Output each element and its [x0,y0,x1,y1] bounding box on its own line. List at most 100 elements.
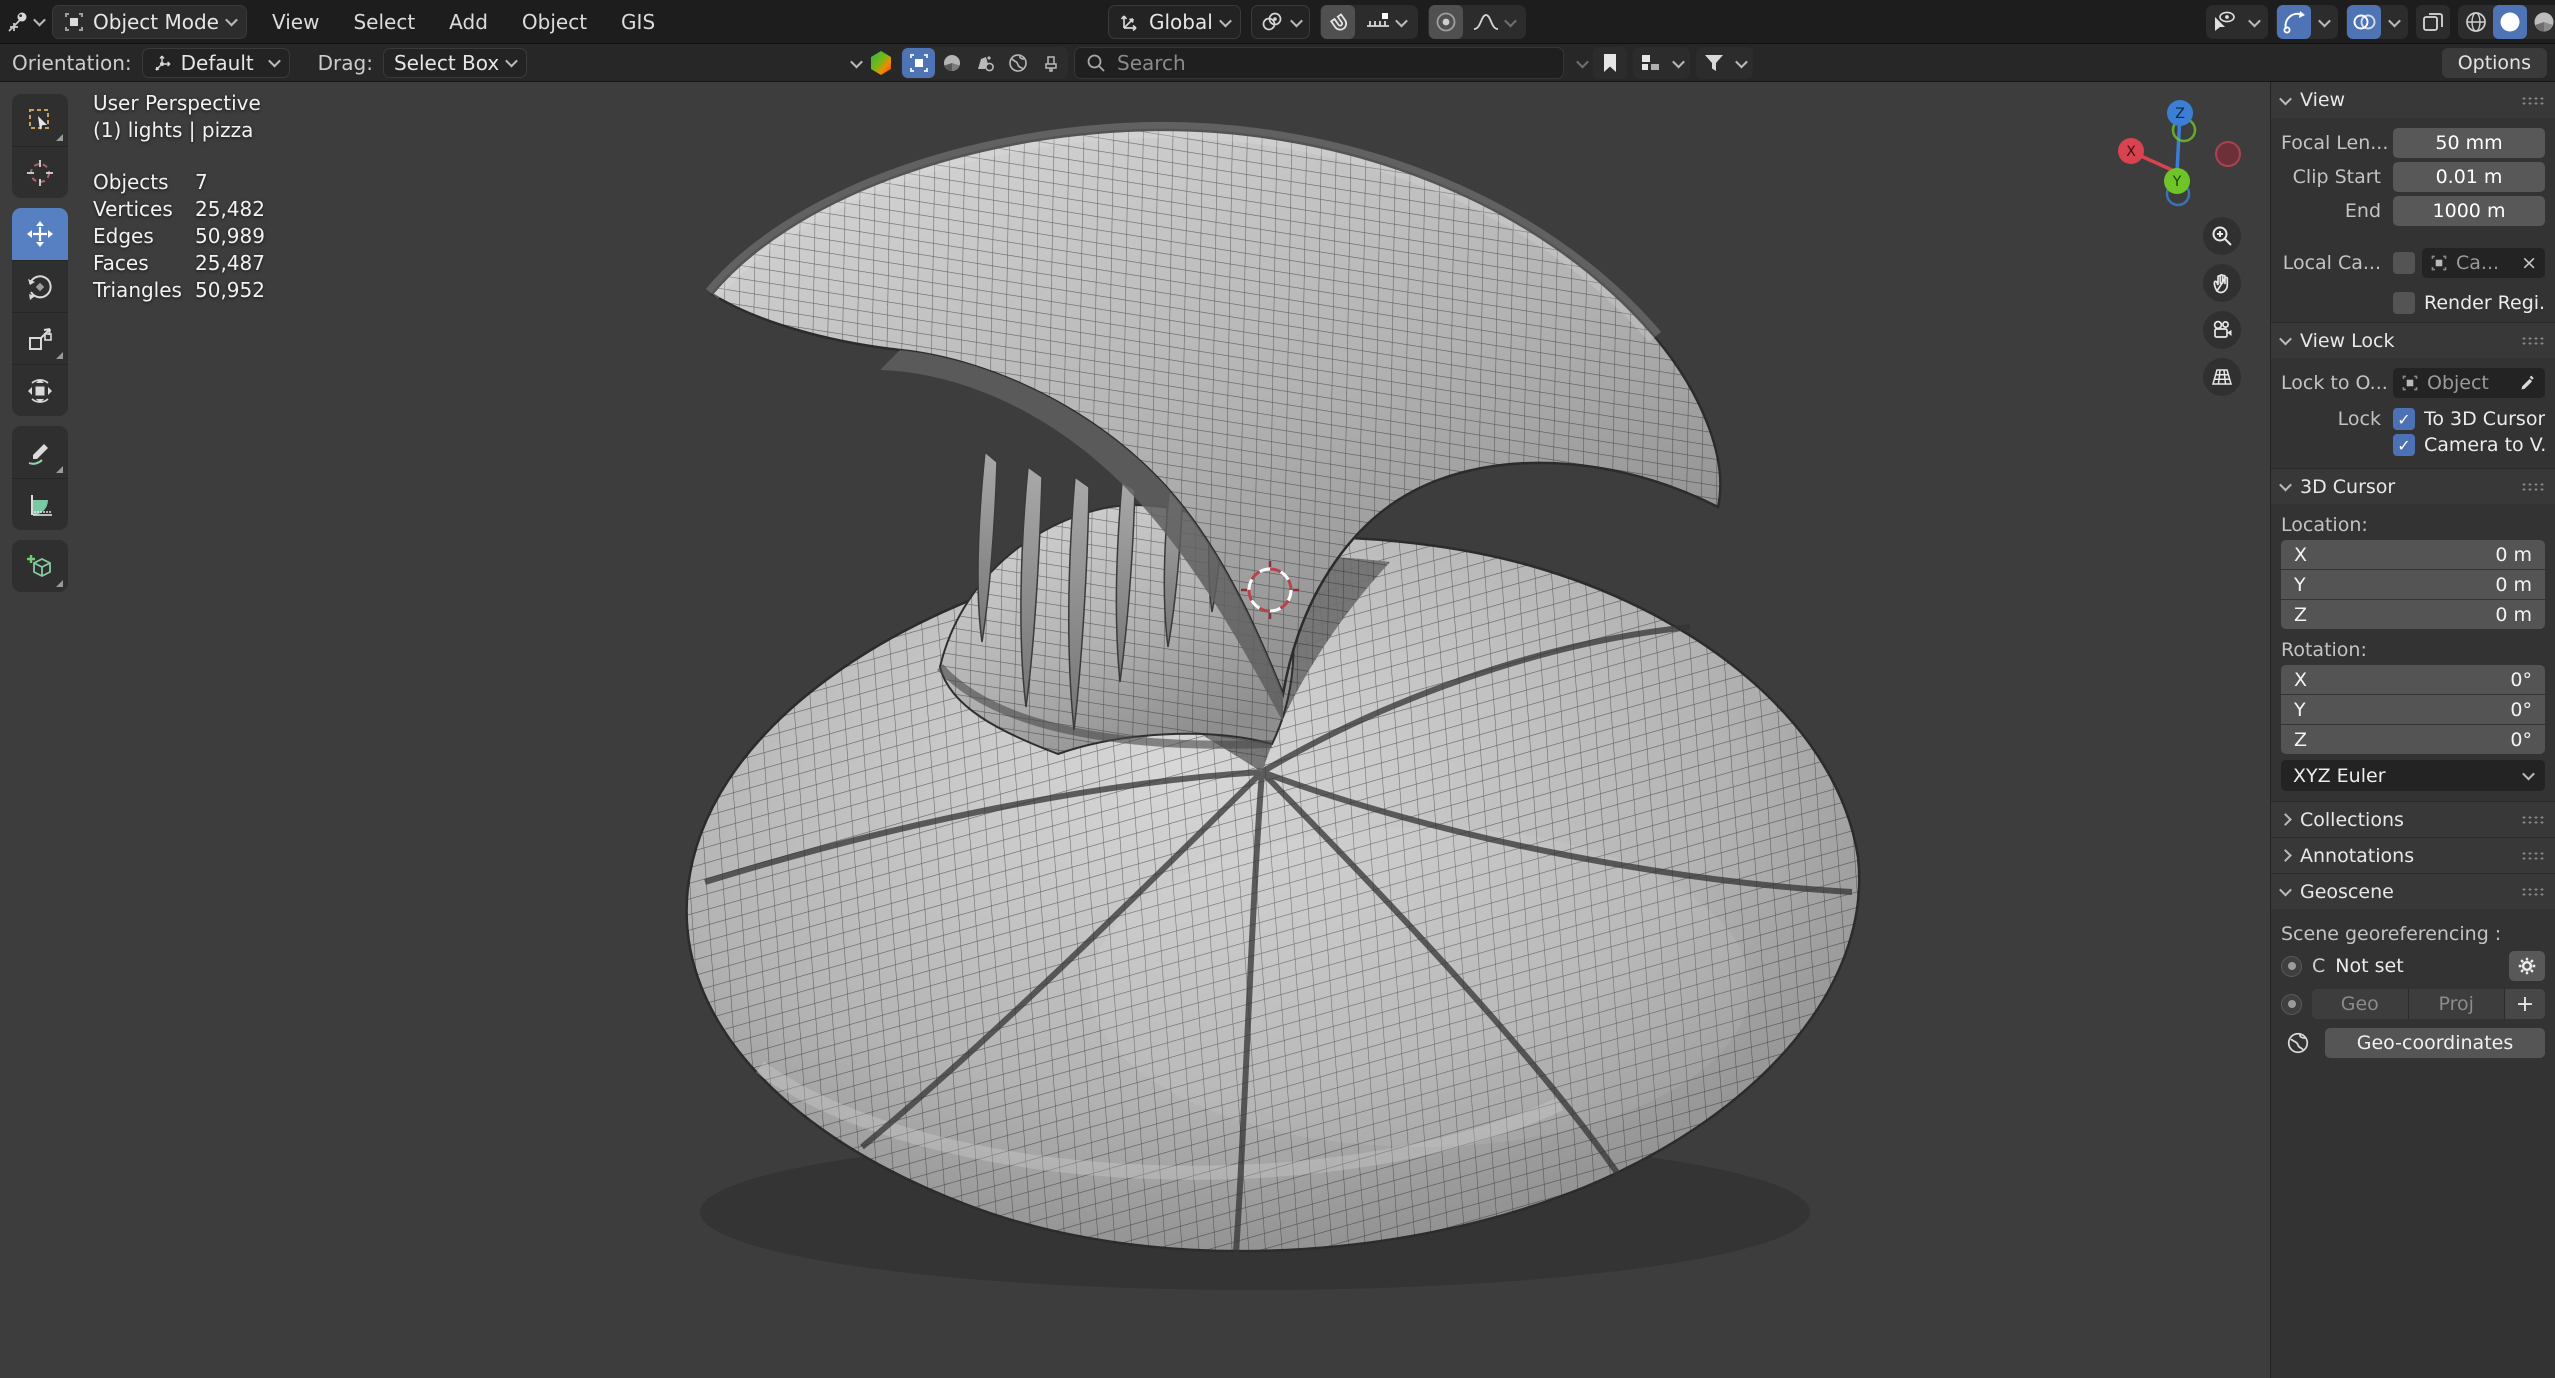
menu-gis[interactable]: GIS [604,5,672,39]
chevron-down-icon [225,14,238,27]
panel-collections-header[interactable]: Collections [2271,801,2555,837]
bookmark-button[interactable] [1593,47,1627,79]
chevron-down-icon [2279,479,2292,492]
ortho-toggle-button[interactable] [2203,358,2241,396]
menu-add[interactable]: Add [432,5,505,39]
panel-grip-handle[interactable] [2521,851,2545,860]
stat-label: Vertices [93,196,195,223]
xray-toggle[interactable] [2416,5,2450,39]
menu-view[interactable]: View [255,5,336,39]
display-mode-dropdown[interactable] [1634,48,1668,78]
snap-toggle-button[interactable] [1321,5,1355,39]
options-button[interactable]: Options [2442,48,2547,78]
filter-world-toggle[interactable] [1001,48,1034,78]
panel-grip-handle[interactable] [2521,336,2545,345]
rotation-x-field[interactable]: X0° [2281,665,2545,694]
editor-type-button[interactable] [8,5,42,39]
panel-view-lock-header[interactable]: View Lock [2271,322,2555,358]
proj-button[interactable]: Proj [2409,989,2505,1019]
overlays-dropdown-arrow[interactable] [2381,5,2407,39]
panel-3d-cursor-header[interactable]: 3D Cursor [2271,468,2555,504]
axis-value: 0 m [2495,574,2532,596]
scale-tool[interactable] [12,312,68,364]
shading-solid-button[interactable] [2493,5,2527,39]
visibility-dropdown-arrow[interactable] [2241,5,2267,39]
panel-grip-handle[interactable] [2521,815,2545,824]
menu-object[interactable]: Object [505,5,604,39]
filter-brush-toggle[interactable] [1034,48,1067,78]
rotate-tool[interactable] [12,260,68,312]
measure-tool[interactable] [12,478,68,530]
shading-wireframe-button[interactable] [2459,5,2493,39]
panel-grip-handle[interactable] [2521,887,2545,896]
eyedropper-icon[interactable] [2519,374,2537,392]
search-input[interactable] [1117,51,1553,75]
geo-coordinates-button[interactable]: Geo-coordinates [2325,1028,2545,1058]
drag-mode-dropdown[interactable]: Select Box [383,48,527,78]
camera-to-view-checkbox[interactable]: ✓ [2393,434,2415,456]
lock-to-object-field[interactable]: Object [2393,368,2545,398]
geo-button[interactable]: Geo [2312,989,2408,1019]
proportional-editing-toggle[interactable] [1429,5,1463,39]
panel-grip-handle[interactable] [2521,96,2545,105]
pan-button[interactable] [2203,264,2241,302]
panel-grip-handle[interactable] [2521,482,2545,491]
focal-length-field[interactable]: 50 mm [2393,128,2545,158]
stat-value: 25,482 [195,196,265,223]
annotate-tool[interactable] [12,426,68,478]
proj-radio[interactable] [2281,994,2302,1015]
add-crs-button[interactable]: + [2505,989,2545,1019]
menu-select[interactable]: Select [336,5,432,39]
transform-tool[interactable] [12,364,68,416]
search-extra-chevron-icon[interactable] [1576,55,1589,68]
shading-material-button[interactable] [2527,5,2555,39]
local-camera-checkbox[interactable] [2393,252,2415,274]
gis-collapse-chevron-icon[interactable] [850,55,863,68]
show-overlays-toggle[interactable] [2347,5,2381,39]
move-tool[interactable] [12,208,68,260]
crs-radio[interactable] [2281,956,2302,977]
camera-view-button[interactable] [2203,311,2241,349]
select-box-tool[interactable] [12,94,68,146]
clear-icon[interactable]: × [2521,252,2537,274]
pivot-point-dropdown[interactable] [1251,5,1310,39]
navigation-gizmo[interactable]: Z X Y [2098,86,2258,220]
location-x-field[interactable]: X0 m [2281,540,2545,569]
panel-geoscene-header[interactable]: Geoscene [2271,873,2555,909]
filter-texture-toggle[interactable] [968,48,1001,78]
orientation-value: Default [181,51,262,75]
snap-target-dropdown[interactable] [1355,5,1417,39]
layers-icon [1639,52,1663,74]
crs-settings-button[interactable] [2509,951,2545,981]
orientation-default-dropdown[interactable]: Default [142,48,290,78]
object-visibility-dropdown[interactable] [2207,5,2241,39]
clip-end-field[interactable]: 1000 m [2393,196,2545,226]
cursor-tool[interactable] [12,146,68,198]
zoom-button[interactable] [2203,217,2241,255]
rotation-z-field[interactable]: Z0° [2281,725,2545,754]
location-y-field[interactable]: Y0 m [2281,570,2545,599]
add-cube-tool[interactable] [12,540,68,592]
show-gizmo-toggle[interactable] [2277,5,2311,39]
gizmo-dropdown-arrow[interactable] [2311,5,2337,39]
clip-start-label: Clip Start [2281,166,2393,188]
local-camera-field[interactable]: Ca... × [2422,248,2545,278]
panel-annotations-header[interactable]: Annotations [2271,837,2555,873]
stat-row: Triangles50,952 [93,277,265,304]
location-z-field[interactable]: Z0 m [2281,600,2545,629]
gis-gem-icon[interactable] [867,49,895,77]
filter-object-toggle[interactable] [902,48,935,78]
rotation-y-field[interactable]: Y0° [2281,695,2545,724]
rotation-mode-dropdown[interactable]: XYZ Euler [2281,760,2545,791]
geo-globe-button[interactable] [2281,1027,2315,1058]
filter-material-toggle[interactable] [935,48,968,78]
filter-dropdown[interactable] [1697,48,1731,78]
render-region-checkbox[interactable] [2393,292,2415,314]
mode-dropdown[interactable]: Object Mode [52,5,247,39]
search-box[interactable] [1074,47,1564,79]
lock-3d-cursor-checkbox[interactable]: ✓ [2393,408,2415,430]
transform-orientation-dropdown[interactable]: Global [1108,5,1241,39]
panel-view-header[interactable]: View [2271,82,2555,118]
clip-start-field[interactable]: 0.01 m [2393,162,2545,192]
proportional-falloff-dropdown[interactable] [1463,5,1525,39]
